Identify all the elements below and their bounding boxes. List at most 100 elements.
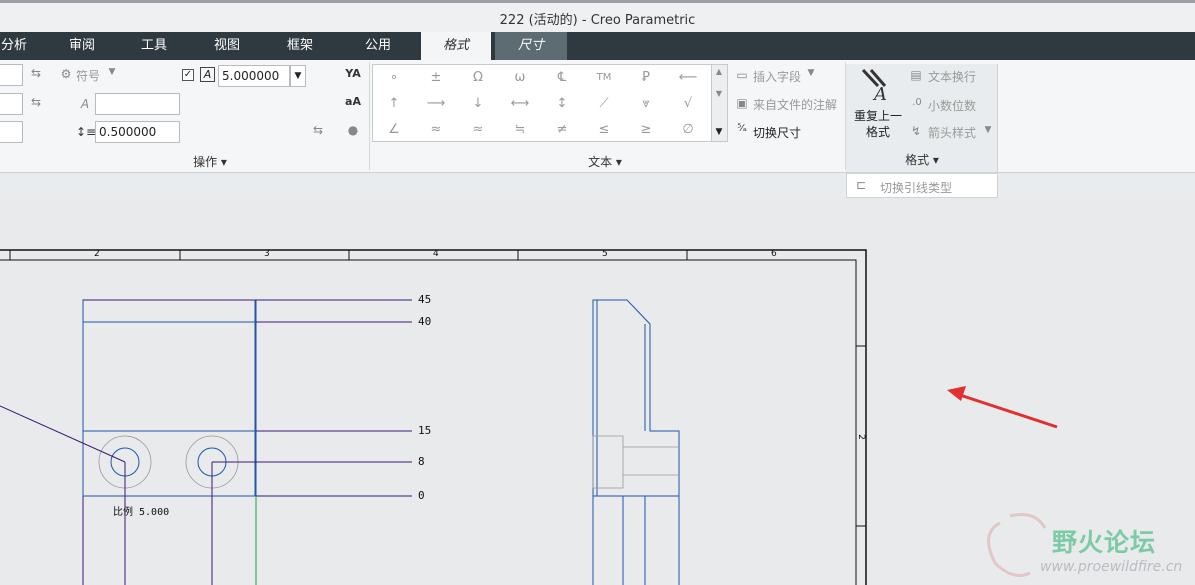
operations-label: 操作 xyxy=(193,155,218,169)
symbol-greater-equal[interactable]: ≥ xyxy=(626,117,666,143)
watermark-logo-icon xyxy=(987,513,1047,577)
text-align-icon[interactable]: aA xyxy=(344,95,362,108)
operations-group-label[interactable]: 操作 ▾ xyxy=(150,152,270,172)
swap-icon[interactable]: ⇆ xyxy=(28,95,44,109)
hyperlink-icon[interactable]: ● xyxy=(344,123,362,137)
symbol-arrow-left[interactable]: ⟵ xyxy=(668,65,708,91)
symbol-centerline[interactable]: ℄ xyxy=(542,65,582,91)
symbol-arrow-right[interactable]: ⟶ xyxy=(416,91,456,117)
watermark-url: www.proewildfire.cn xyxy=(1040,559,1183,575)
tab-tools[interactable]: 工具 xyxy=(128,32,180,60)
symbol-approx-2[interactable]: ≈ xyxy=(458,117,498,143)
dim-label-0[interactable]: 0 xyxy=(418,489,425,502)
symbol-arrow-both[interactable]: ⟷ xyxy=(500,91,540,117)
tab-public[interactable]: 公用 xyxy=(352,32,404,60)
symbol-trademark[interactable]: TM xyxy=(584,65,624,91)
symbol-angle[interactable]: ∠ xyxy=(374,117,414,143)
text-height-field[interactable]: 5.000000 xyxy=(218,65,290,87)
insert-field-icon: ▭ xyxy=(736,68,748,82)
ruler-number: 3 xyxy=(264,249,270,259)
swap-icon[interactable]: ⇆ xyxy=(28,66,44,80)
dim-label-45[interactable]: 45 xyxy=(418,293,431,306)
symbol-arrow-up[interactable]: ↑ xyxy=(374,91,414,117)
tab-review[interactable]: 审阅 xyxy=(56,32,108,60)
scroll-up-icon[interactable]: ▲ xyxy=(712,67,726,76)
format-group: A 重复上一 格式 ▤ 文本换行 .0 小数位数 ↯ 箭头样式 ▼ 格式 ▾ xyxy=(846,64,998,172)
height-dropdown-button[interactable]: ▼ xyxy=(290,65,306,87)
sheet-inner-border xyxy=(0,259,857,585)
arrow-style-icon: ↯ xyxy=(910,124,922,138)
arrow-style-label[interactable]: 箭头样式 xyxy=(928,124,976,141)
swap-icon[interactable]: ⇆ xyxy=(310,123,326,137)
symbol-plus-minus[interactable]: ± xyxy=(416,65,456,91)
scroll-down-icon[interactable]: ▼ xyxy=(712,89,726,98)
symbol-less-equal[interactable]: ≤ xyxy=(584,117,624,143)
format-group-label[interactable]: 格式 ▾ xyxy=(846,150,998,170)
front-view-outline xyxy=(82,299,257,497)
tab-dimension[interactable]: 尺寸 xyxy=(495,32,567,60)
dim-label-8[interactable]: 8 xyxy=(418,455,425,468)
svg-text:A: A xyxy=(872,84,887,102)
front-view xyxy=(82,299,257,497)
symbol-taper[interactable]: ⩔ xyxy=(626,91,666,117)
decimals-label[interactable]: 小数位数 xyxy=(928,97,976,114)
window-title: 222 (活动的) - Creo Parametric xyxy=(499,13,696,28)
tab-frame[interactable]: 框架 xyxy=(274,32,326,60)
format-group-dropdown: ⊏ 切换引线类型 xyxy=(846,173,998,198)
symbol-property-line[interactable]: Ꝑ xyxy=(626,65,666,91)
symbol-omega-upper[interactable]: Ω xyxy=(458,65,498,91)
side-hidden-lines xyxy=(592,435,679,489)
repeat-format-icon[interactable]: A xyxy=(858,66,894,102)
partial-input-2[interactable] xyxy=(0,93,23,115)
scale-note[interactable]: 比例 5.000 xyxy=(113,503,169,518)
group-divider xyxy=(369,62,370,170)
symbol-approx[interactable]: ≈ xyxy=(416,117,456,143)
repeat-last-format-button[interactable]: 重复上一 格式 xyxy=(848,108,908,140)
tab-analysis[interactable]: 分析 xyxy=(0,32,34,60)
dim-label-40[interactable]: 40 xyxy=(418,315,431,328)
partial-input-3[interactable] xyxy=(0,121,23,143)
symbol-degree[interactable]: ∘ xyxy=(374,65,414,91)
watermark-text: 野火论坛 xyxy=(1052,528,1157,557)
text-group-label[interactable]: 文本 ▾ xyxy=(560,152,650,172)
symbol-slope[interactable]: ⟋ xyxy=(584,91,624,117)
line-spacing-icon: ↕≡ xyxy=(76,125,97,139)
symbol-diameter[interactable]: ∅ xyxy=(668,117,708,143)
text-wrap-label[interactable]: 文本换行 xyxy=(928,68,976,85)
tab-format[interactable]: 格式 xyxy=(421,32,491,60)
decimals-icon: .0 xyxy=(912,97,922,108)
title-bar: 222 (活动的) - Creo Parametric xyxy=(0,0,1195,32)
symbol-label[interactable]: 符号 xyxy=(76,67,100,84)
leader-type-icon: ⊏ xyxy=(855,178,867,192)
annotation-arrow-shaft xyxy=(959,393,1058,429)
symbol-icon: ⚙ xyxy=(60,67,72,81)
dim-label-15[interactable]: 15 xyxy=(418,424,431,437)
dimension-lines xyxy=(0,299,412,585)
font-field[interactable] xyxy=(95,93,180,115)
symbol-not-equal[interactable]: ≠ xyxy=(542,117,582,143)
chevron-down-icon: ▼ xyxy=(807,68,815,78)
ruler-number: 6 xyxy=(771,249,777,259)
symbol-approx-equal[interactable]: ≒ xyxy=(500,117,540,143)
from-file-note-label[interactable]: 来自文件的注解 xyxy=(753,96,837,113)
height-checkbox[interactable]: ✓ xyxy=(182,69,194,81)
insert-field-label[interactable]: 插入字段 xyxy=(753,68,801,85)
line-spacing-field[interactable]: 0.500000 xyxy=(95,121,180,143)
side-view-outline xyxy=(592,299,680,497)
expand-palette-icon[interactable]: ▼ xyxy=(712,127,726,137)
symbol-palette-scrollbar[interactable]: ▲ ▼ ▼ xyxy=(712,64,728,142)
ruler-number: 4 xyxy=(433,249,439,259)
toggle-dimension-label[interactable]: 切换尺寸 xyxy=(753,124,801,141)
symbol-arrow-vertical[interactable]: ↕ xyxy=(542,91,582,117)
note-from-file-icon: ▣ xyxy=(736,96,748,110)
chevron-down-icon: ▼ xyxy=(984,125,992,135)
partial-input-1[interactable] xyxy=(0,64,23,86)
symbol-radical[interactable]: √ xyxy=(668,91,708,117)
symbol-arrow-down[interactable]: ↓ xyxy=(458,91,498,117)
toggle-leader-type-item[interactable]: 切换引线类型 xyxy=(880,179,952,196)
text-style-icon[interactable]: YA xyxy=(344,67,362,80)
symbol-omega-lower[interactable]: ω xyxy=(500,65,540,91)
text-label: 文本 xyxy=(588,155,613,169)
format-group-text: 格式 xyxy=(905,153,930,167)
tab-view[interactable]: 视图 xyxy=(201,32,253,60)
